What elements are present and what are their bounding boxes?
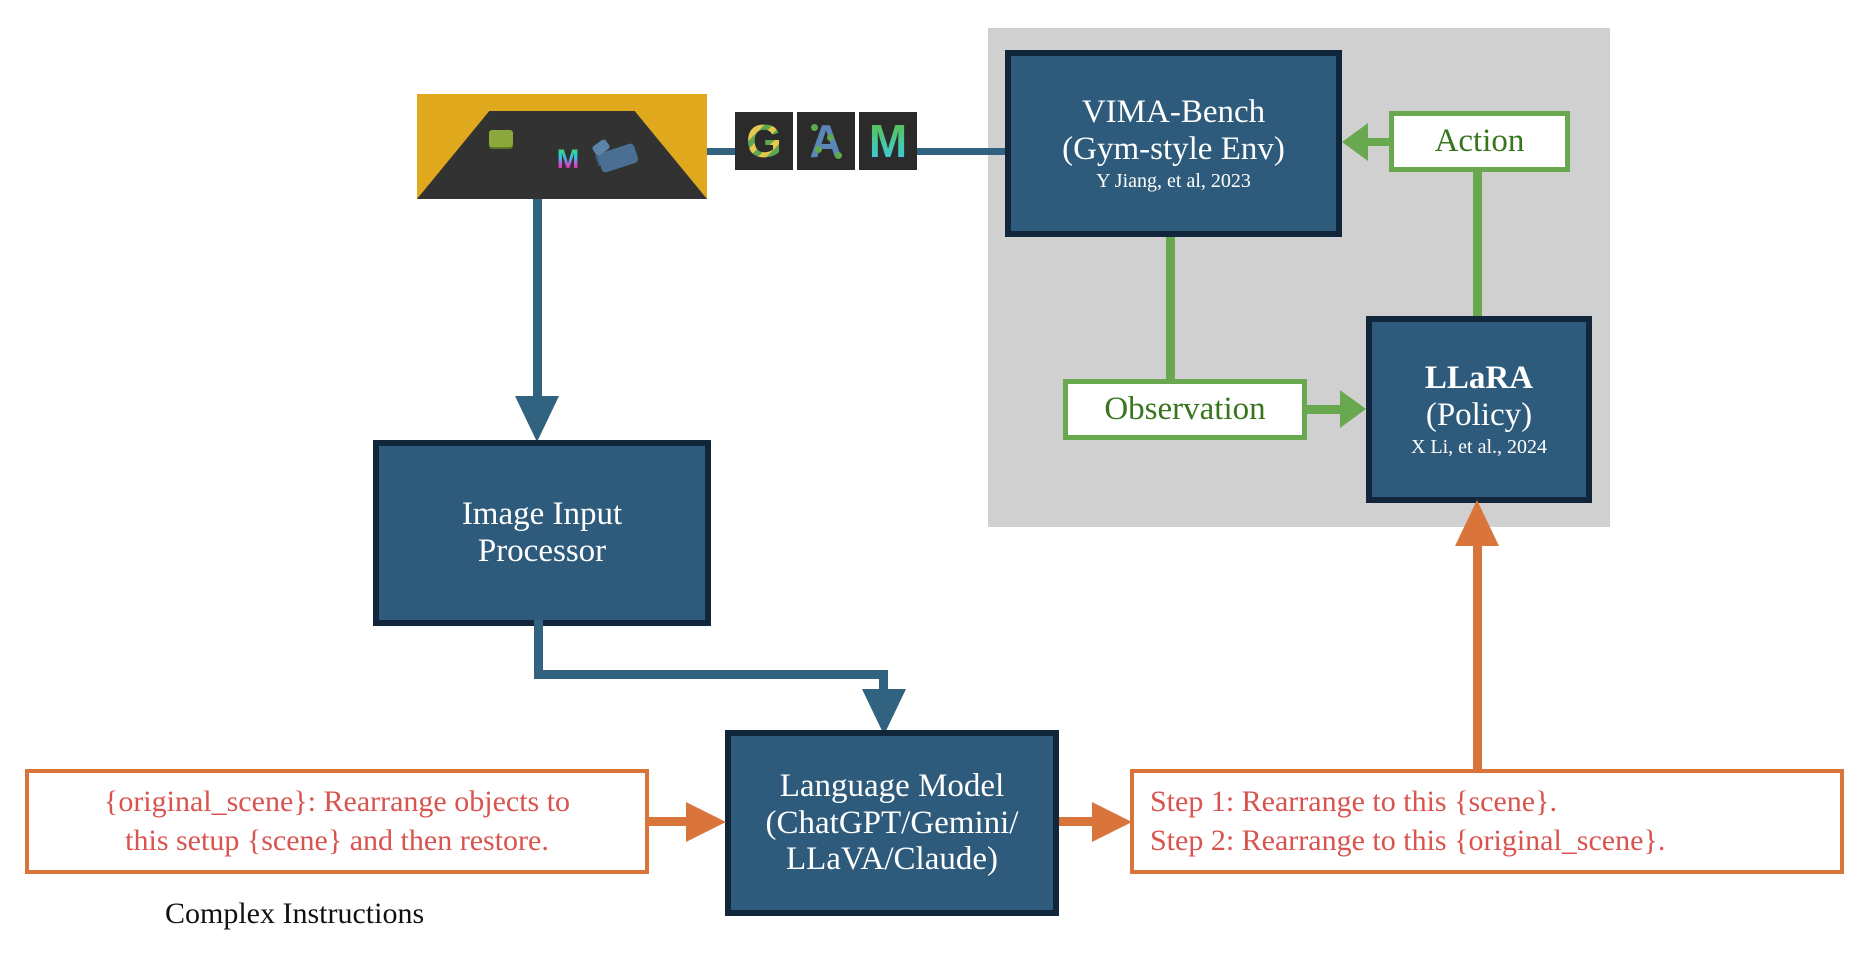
connector-steps-to-llara: [1473, 540, 1482, 770]
arrowhead-action-to-vima-bench: [1342, 123, 1368, 161]
llara-line2: (Policy): [1425, 397, 1533, 434]
scene-thumbnail: M: [417, 94, 707, 199]
connector-action-to-vima-bench: [1365, 138, 1391, 146]
arrowhead-language-model-to-steps: [1092, 802, 1132, 842]
arrowhead-steps-to-llara: [1455, 500, 1499, 546]
arrowhead-instruction-to-language-model: [686, 802, 726, 842]
box-language-model[interactable]: Language Model (ChatGPT/Gemini/ LLaVA/Cl…: [725, 730, 1059, 916]
instruction-line1: {original_scene}: Rearrange objects to: [103, 785, 571, 819]
arrowhead-scene-to-image-processor: [515, 396, 559, 442]
connector-scene-to-tiles: [707, 148, 735, 155]
box-action-label[interactable]: Action: [1389, 111, 1570, 172]
language-model-line1: Language Model: [779, 767, 1005, 804]
image-processor-line2: Processor: [477, 533, 607, 569]
tile-letter-m: M: [859, 112, 917, 170]
tile-g-glyph: G: [746, 115, 782, 167]
box-vima-bench[interactable]: VIMA-Bench (Gym-style Env) Y Jiang, et a…: [1005, 50, 1342, 237]
box-image-input-processor[interactable]: Image Input Processor: [373, 440, 711, 626]
vima-bench-line1: VIMA-Bench: [1081, 94, 1266, 131]
steps-line2: Step 2: Rearrange to this {original_scen…: [1150, 823, 1666, 857]
vima-bench-citation: Y Jiang, et al, 2023: [1096, 170, 1251, 193]
tile-letter-a: A: [797, 112, 855, 170]
language-model-line2: (ChatGPT/Gemini/: [765, 804, 1019, 841]
arrowhead-observation-to-llara: [1340, 390, 1366, 428]
action-label: Action: [1434, 123, 1525, 159]
box-llara[interactable]: LLaRA (Policy) X Li, et al., 2024: [1366, 316, 1592, 503]
llara-line1: LLaRA: [1424, 360, 1534, 397]
connector-action-to-llara: [1473, 172, 1482, 316]
tile-letter-g: G: [735, 112, 793, 170]
box-complex-instruction[interactable]: {original_scene}: Rearrange objects to t…: [25, 769, 649, 874]
diagram-canvas: M G A M VIMA-Bench (Gym-style Env) Y Jia…: [0, 0, 1862, 962]
vima-bench-line2: (Gym-style Env): [1062, 131, 1285, 168]
complex-instructions-label: Complex Instructions: [165, 897, 425, 930]
connector-scene-to-image-processor: [533, 199, 542, 399]
connector-processor-elbow-horizontal: [534, 670, 888, 679]
language-model-line3: LLaVA/Claude): [785, 841, 998, 878]
observation-label: Observation: [1104, 391, 1266, 427]
box-decomposed-steps[interactable]: Step 1: Rearrange to this {scene}. Step …: [1130, 769, 1844, 874]
llara-citation: X Li, et al., 2024: [1410, 436, 1548, 459]
steps-line1: Step 1: Rearrange to this {scene}.: [1150, 785, 1558, 819]
connector-vima-bench-to-observation: [1166, 237, 1175, 382]
tile-m-glyph: M: [868, 115, 908, 167]
image-processor-line1: Image Input: [461, 496, 623, 533]
arrowhead-processor-to-language-model: [862, 689, 906, 735]
scene-object-green-block: [489, 130, 513, 147]
scene-object-letter-m: M: [554, 146, 582, 173]
instruction-line2: this setup {scene} and then restore.: [125, 823, 549, 857]
box-observation-label[interactable]: Observation: [1063, 379, 1307, 440]
connector-tiles-to-vima-bench: [917, 148, 1005, 155]
